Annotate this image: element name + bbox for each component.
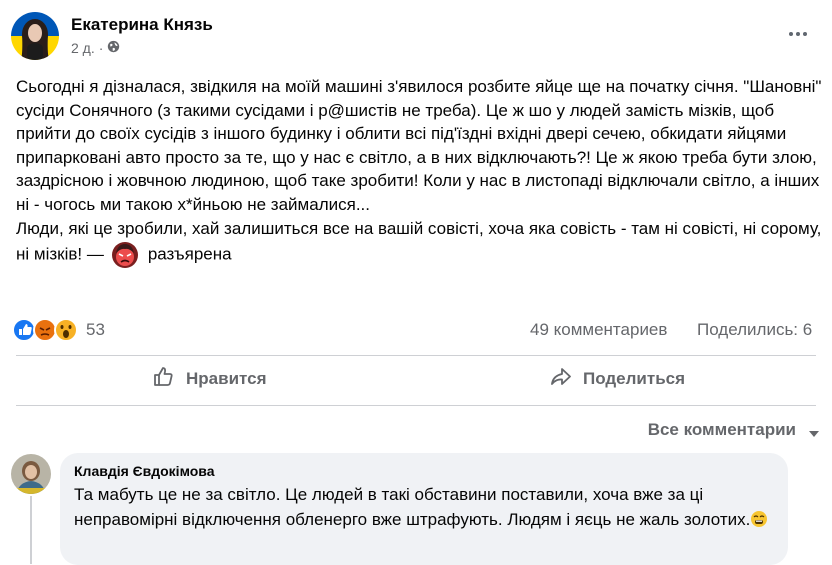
post-paragraph: Люди, які це зробили, хай залишиться все… (16, 217, 824, 271)
caret-down-icon[interactable] (808, 426, 820, 437)
like-reaction-icon (12, 318, 36, 342)
comment-bubble: Клавдія Євдокімова Та мабуть це не за св… (60, 453, 788, 565)
divider (16, 355, 816, 356)
wow-reaction-icon (54, 318, 78, 342)
shares-count[interactable]: Поделились: 6 (697, 320, 812, 340)
comment-sort-dropdown[interactable]: Все комментарии (648, 420, 796, 440)
thumbs-up-icon (152, 365, 176, 394)
commenter-avatar[interactable] (11, 454, 51, 494)
share-arrow-icon (549, 365, 573, 394)
author-name[interactable]: Екатерина Князь (71, 15, 213, 35)
like-button-label: Нравится (186, 369, 267, 388)
reaction-icons[interactable] (12, 317, 80, 343)
thread-line (30, 496, 32, 564)
comments-count[interactable]: 49 комментариев (530, 320, 667, 340)
post-meta: 2 д. · (71, 40, 120, 56)
share-button-label: Поделиться (583, 369, 686, 388)
comment-author[interactable]: Клавдія Євдокімова (74, 463, 215, 479)
comment-text: Та мабуть це не за світло. Це людей в та… (74, 482, 774, 535)
like-button[interactable]: Нравится (152, 359, 267, 399)
divider (16, 405, 816, 406)
comment-text-body: Та мабуть це не за світло. Це людей в та… (74, 485, 751, 529)
reaction-count[interactable]: 53 (86, 320, 105, 340)
comment-sort: Все комментарии (0, 416, 832, 446)
post-time[interactable]: 2 д. (71, 40, 95, 56)
more-options-icon[interactable] (786, 22, 810, 46)
globe-icon[interactable] (107, 40, 120, 56)
feeling-text: разъярена (147, 244, 232, 264)
post-header: Екатерина Князь 2 д. · (0, 0, 832, 70)
post-paragraph: Сьогодні я дізналася, звідкиля на моїй м… (16, 77, 822, 214)
angry-face-icon (110, 240, 140, 270)
post-actions: Нравится Поделиться (0, 357, 832, 403)
author-avatar[interactable] (11, 12, 59, 60)
weary-face-icon (750, 510, 768, 535)
reactions-summary: 53 49 комментариев Поделились: 6 (0, 312, 832, 348)
post-text: Сьогодні я дізналася, звідкиля на моїй м… (16, 75, 824, 270)
share-button[interactable]: Поделиться (549, 359, 685, 399)
angry-reaction-icon (33, 318, 57, 342)
